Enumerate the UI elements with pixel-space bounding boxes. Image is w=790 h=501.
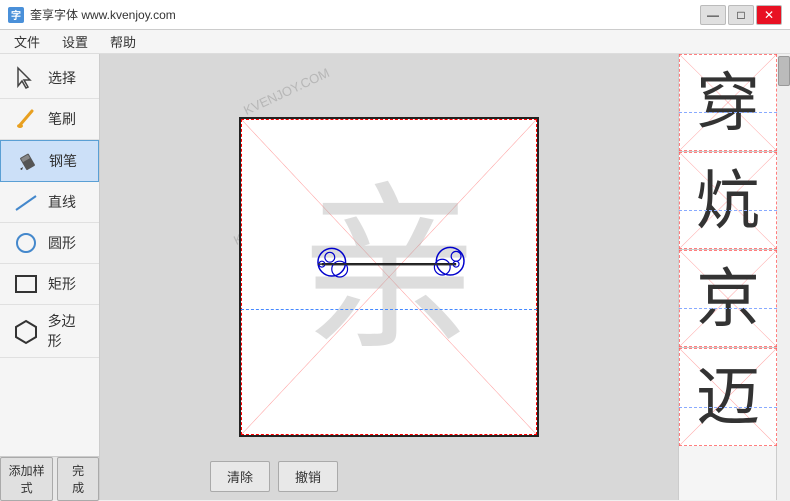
tool-select-label: 选择	[48, 68, 76, 88]
char-preview-list: 穿 炕 京 迈	[679, 54, 776, 446]
canvas-area[interactable]: KVENJOY.COM KVENJOY.COM KVENJOY.COM KVEN…	[100, 54, 678, 500]
char-preview-0[interactable]: 穿	[679, 54, 777, 152]
drawing-canvas[interactable]: 亲	[239, 117, 539, 437]
window-title: 奎享字体 www.kvenjoy.com	[30, 6, 176, 23]
tool-polygon[interactable]: 多边形	[0, 305, 99, 358]
undo-button[interactable]: 撤销	[278, 461, 338, 492]
preview-hline-2	[679, 308, 777, 309]
polygon-icon	[10, 317, 42, 345]
circle-icon	[10, 229, 42, 257]
stroke-svg	[241, 119, 537, 435]
menu-help[interactable]: 帮助	[100, 30, 146, 53]
tool-circle[interactable]: 圆形	[0, 223, 99, 264]
tool-polygon-label: 多边形	[48, 311, 89, 351]
preview-char-0: 穿	[696, 71, 760, 135]
tool-rect[interactable]: 矩形	[0, 264, 99, 305]
title-bar-left: 字 奎享字体 www.kvenjoy.com	[8, 6, 176, 23]
brush-icon	[10, 105, 42, 133]
char-preview-3[interactable]: 迈	[679, 348, 777, 446]
watermark-1: KVENJOY.COM	[241, 65, 332, 118]
right-panel: 穿 炕 京 迈	[678, 54, 790, 500]
right-scrollbar[interactable]	[776, 54, 790, 500]
tool-select[interactable]: 选择	[0, 58, 99, 99]
tool-pen[interactable]: 钢笔	[0, 140, 99, 182]
action-bar: 清除 撤销	[210, 461, 338, 492]
preview-hline-0	[679, 112, 777, 113]
close-button[interactable]: ✕	[756, 5, 782, 25]
tool-line[interactable]: 直线	[0, 182, 99, 223]
line-icon	[10, 188, 42, 216]
char-cell: 亲	[239, 117, 539, 437]
bottom-action-bar: 添加样式 完成	[0, 456, 99, 500]
menu-file[interactable]: 文件	[4, 30, 50, 53]
maximize-button[interactable]: □	[728, 5, 754, 25]
toolbar: 选择 笔刷 钢笔	[0, 54, 100, 500]
preview-char-3: 迈	[696, 365, 760, 429]
tool-brush[interactable]: 笔刷	[0, 99, 99, 140]
rect-icon	[10, 270, 42, 298]
tool-brush-label: 笔刷	[48, 109, 76, 129]
main-layout: 选择 笔刷 钢笔	[0, 54, 790, 500]
minimize-button[interactable]: —	[700, 5, 726, 25]
char-preview-2[interactable]: 京	[679, 250, 777, 348]
app-icon: 字	[8, 7, 24, 23]
menu-bar: 文件 设置 帮助	[0, 30, 790, 54]
preview-hline-3	[679, 407, 777, 408]
window-controls: — □ ✕	[700, 5, 782, 25]
scrollbar-thumb[interactable]	[778, 56, 790, 86]
tool-circle-label: 圆形	[48, 233, 76, 253]
menu-settings[interactable]: 设置	[52, 30, 98, 53]
app-icon-text: 字	[11, 7, 21, 22]
clear-button[interactable]: 清除	[210, 461, 270, 492]
done-button[interactable]: 完成	[57, 457, 99, 501]
select-icon	[10, 64, 42, 92]
red-dash-border	[241, 119, 537, 435]
char-preview-1[interactable]: 炕	[679, 152, 777, 250]
horizontal-guide	[241, 309, 537, 310]
preview-char-1: 炕	[696, 169, 760, 233]
tool-pen-label: 钢笔	[49, 151, 77, 171]
preview-char-2: 京	[696, 267, 760, 331]
pen-icon	[11, 147, 43, 175]
tool-rect-label: 矩形	[48, 274, 76, 294]
ghost-char: 亲	[299, 181, 479, 361]
add-style-button[interactable]: 添加样式	[0, 457, 53, 501]
tool-line-label: 直线	[48, 192, 76, 212]
preview-hline-1	[679, 210, 777, 211]
title-bar: 字 奎享字体 www.kvenjoy.com — □ ✕	[0, 0, 790, 30]
